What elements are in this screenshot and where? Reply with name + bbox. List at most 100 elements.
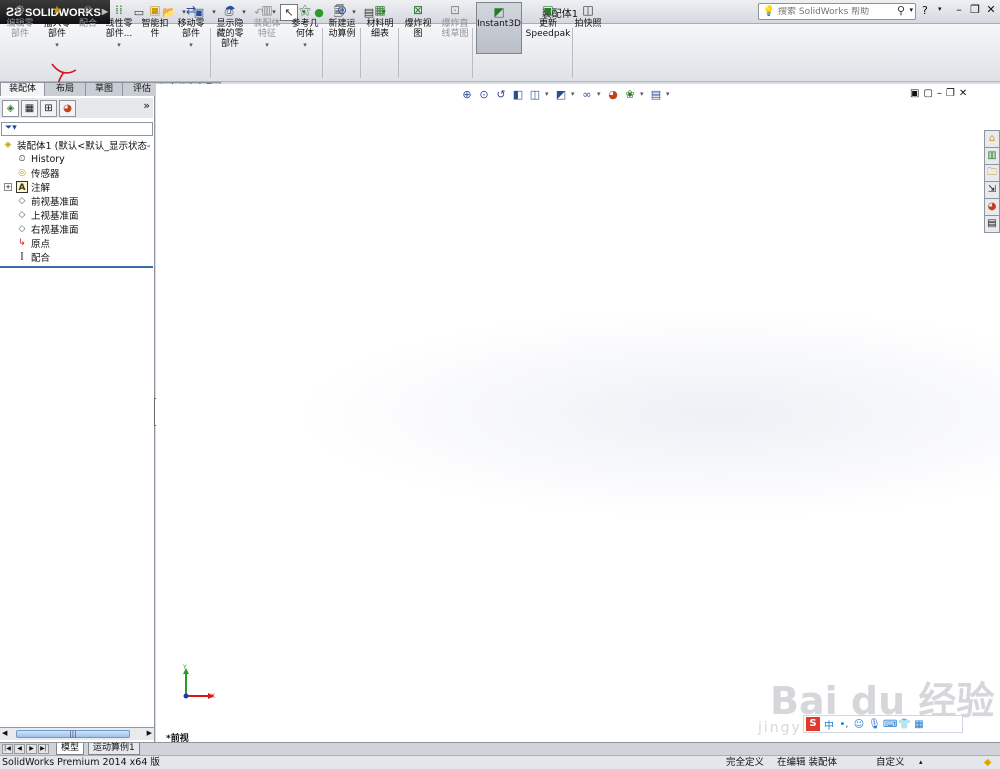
view-settings-dropdown-icon[interactable]: ▾ <box>666 90 672 98</box>
expand-icon[interactable]: + <box>4 183 12 191</box>
hide-show-items-icon[interactable]: ∞ <box>580 88 594 101</box>
tree-item[interactable]: ◎ 传感器 <box>16 166 59 180</box>
search-dropdown-icon[interactable]: ▾ <box>909 6 913 14</box>
scroll-right-icon[interactable]: ▶ <box>147 729 152 737</box>
cmd-show-hidden-button[interactable]: ☂ 显示隐 藏的零 部件 <box>212 2 248 54</box>
viewport-restore-icon[interactable]: ❐ <box>946 88 955 99</box>
next-tab-icon[interactable]: ▶ <box>26 744 37 754</box>
cmd-smart-fastener-button[interactable]: ▣ 智能扣 件 <box>140 2 170 54</box>
configuration-manager-tab-icon[interactable]: ⊞ <box>40 99 57 117</box>
view-palette-icon[interactable]: ⇲ <box>984 181 1000 199</box>
section-view-icon[interactable]: ◧ <box>511 88 525 101</box>
cmd-insert-component-button[interactable]: ★ 插入零 部件 ▾ <box>40 2 74 54</box>
cmd-bill-of-materials-button[interactable]: ▦ 材料明 细表 <box>364 2 396 54</box>
tree-item[interactable]: ◇ 右视基准面 <box>16 222 79 236</box>
prev-tab-icon[interactable]: ◀ <box>14 744 25 754</box>
viewport-single-icon[interactable]: ▢ <box>923 88 932 99</box>
hide-show-dropdown-icon[interactable]: ▾ <box>597 90 603 98</box>
panel-more-icon[interactable]: » <box>143 99 150 112</box>
tree-item[interactable]: A 注解 <box>16 180 50 194</box>
skin-icon[interactable]: 👕 <box>898 719 910 730</box>
zoom-to-area-icon[interactable]: ⊙ <box>477 88 491 101</box>
cmd-reference-geometry-button[interactable]: ⚝ 参考几 何体 ▾ <box>288 2 322 54</box>
toolbox-icon[interactable]: ▦ <box>913 719 925 730</box>
custom-properties-icon[interactable]: ▤ <box>984 215 1000 233</box>
display-style-dropdown-icon[interactable]: ▾ <box>571 90 577 98</box>
cmd-dropdown-icon[interactable]: ▾ <box>117 40 121 50</box>
cmd-linear-pattern-button[interactable]: ⁞⁞ 线性零 部件... ▾ <box>102 2 136 54</box>
file-explorer-icon[interactable]: 🗀 <box>984 164 1000 182</box>
tab-0[interactable]: 装配体 <box>0 82 45 96</box>
cmd-dropdown-icon[interactable]: ▾ <box>55 40 59 50</box>
cmd-move-component-button[interactable]: ⇄ 移动零 部件 ▾ <box>174 2 208 54</box>
units-dropdown-icon[interactable]: ▴ <box>919 756 923 769</box>
minimize-icon[interactable]: – <box>952 3 966 19</box>
reference-geometry-icon: ⚝ <box>299 3 311 17</box>
cmd-exploded-view-button[interactable]: ⊠ 爆炸视 图 <box>402 2 434 54</box>
help-search-box[interactable]: 💡 ⚲ ▾ <box>758 3 916 20</box>
cmd-dropdown-icon[interactable]: ▾ <box>265 40 269 50</box>
cmd-dropdown-icon[interactable]: ▾ <box>189 40 193 50</box>
cmd-edit-component-button[interactable]: ⚙ 编辑零 部件 <box>4 2 36 54</box>
sogou-ime-icon[interactable]: S <box>806 717 820 731</box>
panel-horizontal-scrollbar[interactable]: ◀ ||| ▶ <box>0 727 154 740</box>
appearances-icon[interactable]: ◕ <box>984 198 1000 216</box>
bottom-tab-0[interactable]: 模型 <box>56 743 85 755</box>
tree-item[interactable]: ◇ 上视基准面 <box>16 208 79 222</box>
display-manager-tab-icon[interactable]: ◕ <box>59 99 76 117</box>
tree-item[interactable]: ◇ 前视基准面 <box>16 194 79 208</box>
cmd-mate-button[interactable]: ⊘ 配合 <box>76 2 100 54</box>
apply-scene-dropdown-icon[interactable]: ▾ <box>640 90 646 98</box>
tab-2[interactable]: 草图 <box>85 82 123 96</box>
instant3d-button[interactable]: ◩ Instant3D <box>476 2 522 54</box>
tree-item[interactable]: ↳ 原点 <box>16 236 50 250</box>
help-dropdown-icon[interactable]: ▾ <box>938 5 942 13</box>
view-orientation-icon[interactable]: ◫ <box>528 88 542 101</box>
insert-component-icon: ★ <box>51 3 63 17</box>
property-manager-tab-icon[interactable]: ▦ <box>21 99 38 117</box>
rebuild-status-icon[interactable]: ◆ <box>984 756 991 769</box>
cmd-new-motion-study-button[interactable]: ⊛ 新建运 动算例 <box>326 2 358 54</box>
tree-filter[interactable]: ⏷▾ <box>1 122 153 136</box>
punctuation-icon[interactable]: •, <box>838 719 850 730</box>
close-icon[interactable]: ✕ <box>984 3 998 19</box>
zoom-to-fit-icon[interactable]: ⊕ <box>460 88 474 101</box>
tree-root[interactable]: ◈ 装配体1 (默认<默认_显示状态- <box>2 138 151 152</box>
cmd-update-speedpak-button[interactable]: ▣ 更新 Speedpak <box>526 2 571 54</box>
scroll-left-icon[interactable]: ◀ <box>2 729 7 737</box>
search-input[interactable] <box>778 6 888 17</box>
bottom-tab-1[interactable]: 运动算例1 <box>88 743 140 755</box>
cmd-label: 新建运 动算例 <box>328 19 356 39</box>
cmd-dropdown-icon[interactable]: ▾ <box>303 40 307 50</box>
viewport-close-icon[interactable]: ✕ <box>959 88 967 99</box>
feature-manager-tab-icon[interactable]: ◈ <box>2 99 19 117</box>
edit-appearance-icon[interactable]: ◕ <box>606 88 620 101</box>
viewport-tile-icon[interactable]: ▣ <box>910 88 919 99</box>
emoji-icon[interactable]: ☺ <box>853 719 865 730</box>
tree-item[interactable]: ⏲ History <box>16 152 64 166</box>
cmd-snapshot-button[interactable]: ◫ 拍快照 <box>574 2 602 54</box>
view-settings-icon[interactable]: ▤ <box>649 88 663 101</box>
cmd-explode-line-sketch-button[interactable]: ⊡ 爆炸直 线草图 <box>438 2 472 54</box>
keyboard-icon[interactable]: ⌨ <box>883 719 897 730</box>
scroll-thumb[interactable]: ||| <box>16 730 130 738</box>
voice-icon[interactable]: 🎙 <box>868 719 881 730</box>
status-units[interactable]: 自定义 <box>876 756 905 769</box>
view-orientation-dropdown-icon[interactable]: ▾ <box>545 90 551 98</box>
previous-view-icon[interactable]: ↺ <box>494 88 508 101</box>
apply-scene-icon[interactable]: ❀ <box>623 88 637 101</box>
cmd-assembly-feature-button[interactable]: ▥ 装配体 特征 ▾ <box>252 2 282 54</box>
first-tab-icon[interactable]: |◀ <box>2 744 13 754</box>
solidworks-resources-icon[interactable]: ⌂ <box>984 130 1000 148</box>
restore-icon[interactable]: ❐ <box>968 3 982 19</box>
last-tab-icon[interactable]: ▶| <box>38 744 49 754</box>
tab-1[interactable]: 布局 <box>44 82 86 96</box>
chinese-mode-icon[interactable]: 中 <box>823 717 835 732</box>
tree-item[interactable]: ⫿ 配合 <box>16 250 50 264</box>
viewport-minimize-icon[interactable]: – <box>937 88 942 99</box>
design-library-icon[interactable]: ▥ <box>984 147 1000 165</box>
graphics-area[interactable] <box>156 84 1000 743</box>
search-icon[interactable]: ⚲ <box>897 4 905 17</box>
help-icon[interactable]: ? <box>922 4 928 17</box>
display-style-icon[interactable]: ◩ <box>554 88 568 101</box>
